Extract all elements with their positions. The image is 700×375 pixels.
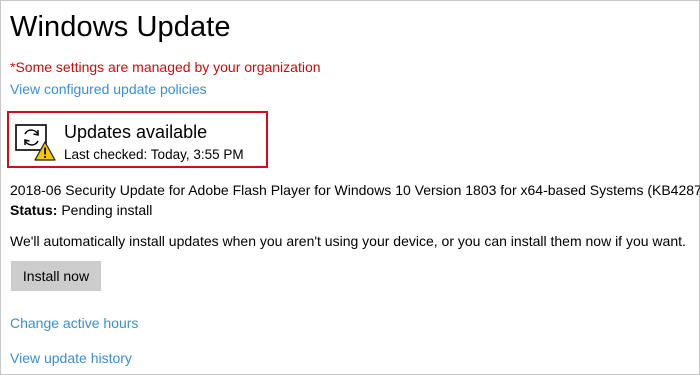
managed-notice: *Some settings are managed by your organ… [10, 59, 321, 75]
update-warning-icon [15, 124, 56, 161]
last-checked-text: Last checked: Today, 3:55 PM [64, 147, 244, 162]
view-update-history-link[interactable]: View update history [10, 350, 132, 366]
change-active-hours-link[interactable]: Change active hours [10, 315, 138, 331]
view-policies-link[interactable]: View configured update policies [10, 81, 207, 97]
update-status-highlight: Updates available Last checked: Today, 3… [7, 111, 268, 168]
status-value: Pending install [57, 202, 153, 218]
page-title: Windows Update [10, 11, 231, 43]
install-now-button[interactable]: Install now [11, 261, 101, 291]
status-label: Status: [10, 202, 58, 218]
updates-available-heading: Updates available [64, 122, 208, 142]
update-item-status: Status: Pending install [10, 202, 152, 218]
windows-update-panel: Windows Update *Some settings are manage… [0, 0, 700, 375]
update-item-name: 2018-06 Security Update for Adobe Flash … [10, 182, 700, 198]
auto-install-text: We'll automatically install updates when… [10, 233, 686, 249]
